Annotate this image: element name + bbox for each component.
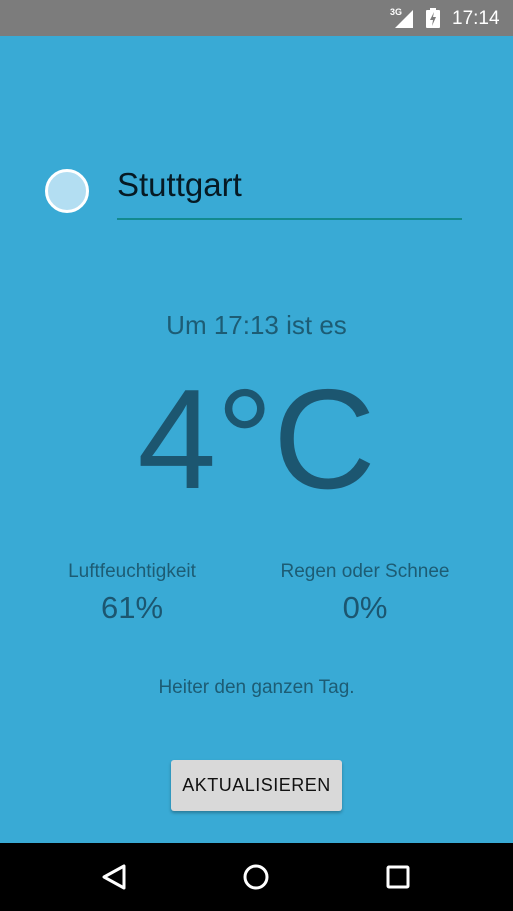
temperature: 4°C	[137, 360, 376, 519]
back-icon[interactable]	[97, 860, 131, 894]
weather-summary: Heiter den ganzen Tag.	[158, 677, 355, 698]
status-bar: 3G 17:14	[0, 0, 513, 36]
precipitation-value: 0%	[342, 590, 388, 625]
humidity-value: 61%	[100, 590, 164, 625]
navigation-bar	[0, 843, 513, 911]
observation-time: Um 17:13 ist es	[166, 310, 347, 340]
battery-charging-icon	[426, 8, 440, 28]
signal-icon	[395, 10, 413, 28]
humidity-label: Luftfeuchtigkeit	[68, 561, 196, 582]
city-input-value[interactable]: Stuttgart	[117, 166, 242, 204]
precipitation-label: Regen oder Schnee	[280, 561, 450, 582]
circle-indicator-icon	[45, 169, 89, 213]
home-icon[interactable]	[239, 860, 273, 894]
refresh-button[interactable]: AKTUALISIEREN	[171, 760, 342, 811]
city-input[interactable]: Stuttgart	[117, 166, 462, 220]
recent-apps-icon[interactable]	[381, 860, 415, 894]
status-time: 17:14	[452, 8, 500, 29]
weather-screen: 3G 17:14 Stuttgart Um 17:13 ist es 4°C L…	[0, 0, 513, 911]
